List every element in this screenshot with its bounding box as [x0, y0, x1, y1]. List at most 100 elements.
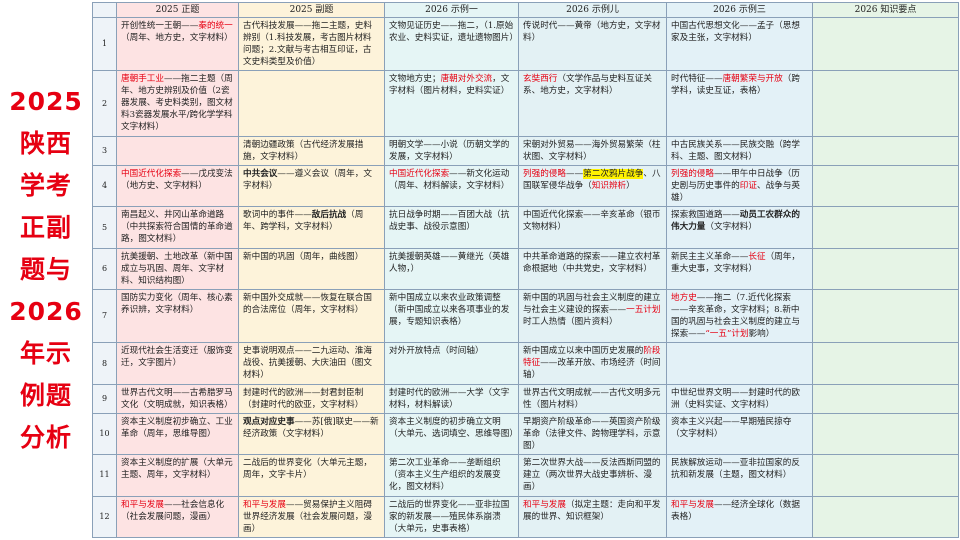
cell-2025-main: 开创性统一王朝——秦的统一 （周年、地方史，文字材料）	[116, 16, 239, 72]
side-title: 2025 陕西 学考 正副 题与 2026 年示 例题 分析	[0, 0, 92, 540]
cell-2026-example-2: 传说时代——黄帝（地方史，文字材料）	[518, 16, 667, 72]
cell-2026-example-3: 资本主义兴起——早期殖民掠夺（文字材料）	[666, 412, 813, 456]
cell-text: 第二次工业革命——垄断组织（资本主义生产组织的发展变化，图文材料）	[389, 458, 501, 493]
cell-2025-vice: 清朝边疆政策（古代经济发展措施，文字材料）	[238, 135, 385, 167]
cell-text: 时代特征——	[671, 74, 723, 85]
cell-text: 宋朝对外贸易——海外贸易繁荣（柱状图、文字材料）	[523, 139, 661, 162]
cell-text: 抗日战争时期——百团大战（抗战史事、战役示意图）	[389, 210, 510, 233]
table-row: 7 国防实力变化（周年、核心素养识辨，文字材料） 新中国外交成就——恢复在联合国的合…	[92, 289, 959, 344]
cell-text: 影响）	[748, 329, 775, 340]
cell-text: 资本主义兴起——早期殖民掠夺（文字材料）	[671, 417, 792, 439]
cell-2025-vice: 封建时代的欧洲——封君封臣制（封建时代的欧亚，文字材料）	[238, 383, 385, 415]
cell-2025-vice	[238, 70, 385, 137]
cell-text: 对外开放特点（时间轴）	[389, 346, 484, 357]
cell-text: 和平与发展	[121, 499, 164, 510]
cell-2026-example-1: 对外开放特点（时间轴）	[384, 342, 519, 385]
cell-text: 抗美援朝英雄——黄继光（英雄人物，）	[389, 251, 510, 274]
cell-2025-vice: 新中国的巩固（周年，曲线图）	[238, 247, 385, 291]
cell-2026-example-1: 文物见证历史——拖二，（1.原始农业、史料实证，遗址遗物图片）	[384, 16, 519, 72]
row-number: 2	[92, 70, 117, 137]
cell-text: （周年、地方史，文字材料）	[121, 33, 233, 43]
cell-2026-example-1: 资本主义制度的初步确立文明（大单元、选词填空、思维导图）	[384, 412, 519, 456]
table-row: 8 近现代社会生活变迁（服饰变迁，文字图片） 史事说明观点——二九运动、淮海战役、抗…	[92, 342, 959, 385]
cell-2026-knowledge-points	[812, 495, 959, 539]
cell-2025-main: 唐朝手工业——拖二主题（周年、地方史辨别及价值（2瓷器发展、考史料类别，图文材料…	[116, 70, 239, 137]
cell-2026-example-3: 中世纪世界文明——封建时代的欧洲（史料实证、文字材料）	[666, 383, 813, 415]
cell-2025-vice: 歌词中的事件——敌后抗战（周年、跨学科，文字材料）	[238, 206, 385, 249]
cell-2025-vice: 史事说明观点——二九运动、淮海战役、抗美援朝、大庆油田（图文材料）	[238, 342, 385, 385]
side-title-line: 学考	[19, 171, 72, 200]
cell-2026-example-2: 中国近代化探索——辛亥革命（银币文物材料）	[518, 206, 667, 249]
cell-text: 歌词中的事件——	[243, 210, 312, 221]
cell-text: 和平与发展	[523, 499, 566, 510]
cell-2025-main: 世界古代文明——古希腊罗马文化（文明成就，知识表格）	[116, 383, 239, 415]
cell-text: 中国近代化探索——辛亥革命（银币文物材料）	[523, 210, 661, 233]
cell-2026-knowledge-points	[812, 16, 959, 72]
cell-text: 时工人热情（图片资料）	[523, 317, 618, 328]
row-number: 3	[92, 135, 117, 167]
side-title-line: 例题	[19, 381, 72, 410]
cell-text: 中共革命道路的探索——建立农村革命根据地（中共党史，文字材料）	[523, 251, 661, 274]
cell-text: 清朝边疆政策（古代经济发展措施，文字材料）	[243, 139, 364, 162]
cell-text: 世界古代文明成就——古代文明多元性（图片材料）	[523, 387, 661, 410]
cell-2026-example-3: 和平与发展——经济全球化（数据表格）	[666, 495, 813, 539]
cell-2026-example-2: 列强的侵略——第二次鸦片战争、八国联军侵华战争（知识辨析）	[518, 165, 667, 208]
cell-2026-knowledge-points	[812, 165, 959, 208]
cell-text: 传说时代——黄帝（地方史，文字材料）	[523, 21, 661, 43]
cell-2026-example-1: 二战后的世界变化——亚非拉国家的新发展——殖民体系崩溃（大单元，史事表格）	[384, 495, 519, 539]
side-title-line: 2026	[9, 297, 83, 326]
cell-text: 史事说明观点——二九运动、淮海战役、抗美援朝、大庆油田（图文材料）	[243, 346, 372, 381]
cell-text: 中古民族关系——民族交融（跨学科、主题、图文材料）	[671, 139, 800, 162]
cell-text: 新中国的巩固（周年，曲线图）	[243, 251, 364, 262]
cell-2026-example-3: 列强的侵略——甲午中日战争（历史剧与历史事件的印证、战争与英雄）	[666, 165, 813, 208]
cell-text: 一五计划	[626, 305, 661, 316]
cell-text: 资本主义制度初步确立、工业革命（周年，思维导图）	[121, 417, 233, 439]
cell-2026-example-3	[666, 342, 813, 385]
table-row: 3 清朝边疆政策（古代经济发展措施，文字材料） 明朝文学——小说（历朝文学的发展，文…	[92, 135, 959, 167]
cell-2026-example-3: 中古民族关系——民族交融（跨学科、主题、图文材料）	[666, 135, 813, 167]
cell-text: 列强的侵略	[523, 169, 566, 180]
cell-2025-main: 近现代社会生活变迁（服饰变迁，文字图片）	[116, 342, 239, 385]
cell-2026-example-1: 抗日战争时期——百团大战（抗战史事、战役示意图）	[384, 206, 519, 249]
table-row: 2 唐朝手工业——拖二主题（周年、地方史辨别及价值（2瓷器发展、考史料类别，图文材…	[92, 70, 959, 137]
cell-text: 探索救国道路——	[671, 210, 740, 221]
cell-2026-knowledge-points	[812, 247, 959, 291]
table-row: 4 中国近代化探索——戊戌变法（地方史、文字材料） 中共会议——遵义会议（周年，文字…	[92, 165, 959, 208]
cell-text: “一五”计划	[705, 329, 749, 340]
table-row: 9 世界古代文明——古希腊罗马文化（文明成就，知识表格） 封建时代的欧洲——封君封臣…	[92, 383, 959, 415]
header-2025-main: 2025 正题	[116, 2, 239, 18]
cell-2026-example-2: 第二次世界大战——反法西斯同盟的建立（两次世界大战史事辨析、漫画）	[518, 454, 667, 497]
cell-text: 封建时代的欧洲——封君封臣制（封建时代的欧亚，文字材料）	[243, 387, 364, 410]
cell-2025-main: 资本主义制度的扩展（大单元主题、周年，文字材料）	[116, 454, 239, 497]
cell-2026-example-3: 民族解放运动——亚非拉国家的反抗和新发展（主题，图文材料）	[666, 454, 813, 497]
cell-2026-example-1: 中国近代化探索——新文化运动（周年、材料解读，文字材料）	[384, 165, 519, 208]
cell-2026-example-3: 中国古代思想文化——孟子（思想家及主张，文字材料）	[666, 16, 813, 72]
side-title-line: 陕西	[19, 129, 72, 158]
cell-2025-main: 资本主义制度初步确立、工业革命（周年，思维导图）	[116, 412, 239, 456]
cell-2026-example-1: 封建时代的欧洲——大学（文字材料，材料解读）	[384, 383, 519, 415]
cell-2026-example-3: 地方史——拖二（7.近代化探索——辛亥革命，文字材料；8.新中国的巩固与社会主义…	[666, 289, 813, 344]
table-row: 10 资本主义制度初步确立、工业革命（周年，思维导图） 观点对应史事——苏[俄]联史…	[92, 412, 959, 456]
cell-text: 二战后的世界变化（大单元主题，周年，文字卡片）	[243, 458, 372, 481]
row-number: 9	[92, 383, 117, 415]
row-number: 6	[92, 247, 117, 291]
cell-text: 民族解放运动——亚非拉国家的反抗和新发展（主题，图文材料）	[671, 458, 800, 481]
cell-2025-main: 抗美援朝、土地改革（新中国成立与巩固、周年、文字材料、知识结构图）	[116, 247, 239, 291]
cell-text: 印证	[739, 181, 757, 192]
side-title-line: 年示	[19, 339, 72, 368]
cell-text: 开创性统一王朝——	[121, 21, 199, 31]
header-2026-example-1: 2026 示例一	[384, 2, 519, 18]
cell-2025-main: 国防实力变化（周年、核心素养识辨，文字材料）	[116, 289, 239, 344]
cell-2026-example-2: 新中国的巩固与社会主义制度的建立与社会主义建设的探索——一五计划时工人热情（图片…	[518, 289, 667, 344]
cell-2026-knowledge-points	[812, 135, 959, 167]
cell-text: 中共会议	[243, 169, 278, 180]
cell-text: 文物地方史；	[389, 74, 441, 85]
cell-2026-example-1: 抗美援朝英雄——黄继光（英雄人物，）	[384, 247, 519, 291]
cell-2025-vice: 中共会议——遵义会议（周年，文字材料）	[238, 165, 385, 208]
cell-2026-example-3: 新民主主义革命——长征（周年，重大史事，文字材料）	[666, 247, 813, 291]
cell-text: 第二次鸦片战争	[583, 169, 644, 180]
cell-text: 新中国成立以来中国历史发展的	[523, 346, 644, 357]
cell-text: 二战后的世界变化——亚非拉国家的新发展——殖民体系崩溃（大单元，史事表格）	[389, 499, 510, 534]
cell-text: ）	[626, 181, 635, 192]
header-2026-example-2: 2026 示例儿	[518, 2, 667, 18]
